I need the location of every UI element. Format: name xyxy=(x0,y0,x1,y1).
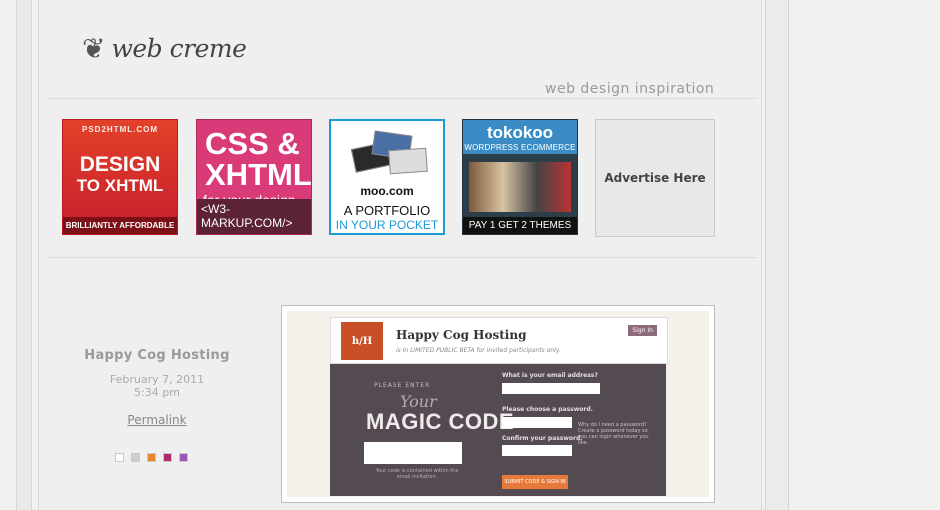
hc-title: Happy Cog Hosting xyxy=(396,328,527,342)
hc-code-note: Your code is contained within the email … xyxy=(375,468,459,480)
ad-text: DESIGN xyxy=(79,153,161,176)
hc-confirm-box xyxy=(502,445,572,456)
ad-text: PSD2HTML.COM xyxy=(82,125,158,134)
hc-email-label: What is your email address? xyxy=(502,372,598,379)
permalink-link[interactable]: Permalink xyxy=(127,413,186,427)
ad-text: A PORTFOLIO xyxy=(343,203,431,218)
ad-text: IN YOUR POCKET xyxy=(335,218,439,232)
theme-screenshots-image xyxy=(469,162,571,212)
ad-text: BRILLIANTLY AFFORDABLE xyxy=(63,217,177,234)
color-swatch[interactable] xyxy=(115,453,124,462)
advertise-here-button[interactable]: Advertise Here xyxy=(595,119,715,237)
right-rail xyxy=(765,0,789,510)
ad-psd2html[interactable]: PSD2HTML.COM DESIGN TO XHTML BRILLIANTLY… xyxy=(62,119,178,235)
ads-divider xyxy=(48,257,758,258)
hc-logo: h/H xyxy=(341,322,383,360)
logo-flourish-icon: ❦ xyxy=(82,31,106,65)
color-swatch[interactable] xyxy=(163,453,172,462)
hc-magic-code: MAGIC CODE xyxy=(366,409,514,434)
color-swatch[interactable] xyxy=(147,453,156,462)
hc-password-box xyxy=(502,417,572,428)
hc-password-label: Please choose a password. xyxy=(502,406,593,413)
post-meta: Happy Cog Hosting February 7, 2011 5:34 … xyxy=(62,348,252,428)
hc-confirm-label: Confirm your password. xyxy=(502,435,583,442)
post-time: 5:34 pm xyxy=(134,386,180,399)
logo-text: web creme xyxy=(111,34,247,63)
site-screenshot[interactable]: h/H Happy Cog Hosting is in LIMITED PUBL… xyxy=(281,305,715,503)
tagline: web design inspiration xyxy=(545,81,715,97)
hc-please-enter: PLEASE ENTER xyxy=(374,382,431,389)
hc-header: h/H Happy Cog Hosting is in LIMITED PUBL… xyxy=(330,317,668,364)
color-swatch[interactable] xyxy=(179,453,188,462)
post-title: Happy Cog Hosting xyxy=(84,348,230,363)
ad-text: moo.com xyxy=(360,184,414,198)
color-swatches xyxy=(115,453,188,462)
ad-text: WORDPRESS ECOMMERCE xyxy=(464,143,576,152)
site-logo[interactable]: ❦ web creme xyxy=(82,31,247,65)
hc-form-panel: PLEASE ENTER Your MAGIC CODE Your code i… xyxy=(330,364,666,496)
hc-beta-text: is in LIMITED PUBLIC BETA for invited pa… xyxy=(396,347,561,354)
hc-email-box xyxy=(502,383,600,394)
hc-why-text: Why do I need a password? Create a passw… xyxy=(578,422,649,446)
ad-text: TO XHTML xyxy=(76,176,164,195)
ad-text: PAY 1 GET 2 THEMES xyxy=(463,217,577,234)
ad-text: CSS & xyxy=(205,126,300,161)
ad-moo[interactable]: moo.com A PORTFOLIO IN YOUR POCKET xyxy=(329,119,445,235)
color-swatch[interactable] xyxy=(131,453,140,462)
hc-code-box xyxy=(364,442,462,464)
ad-text: XHTML xyxy=(205,157,312,192)
ad-text: tokokoo xyxy=(486,123,554,142)
business-cards-image xyxy=(349,129,428,177)
hc-submit: SUBMIT CODE & SIGN IN xyxy=(502,475,568,489)
ad-tokokoo[interactable]: tokokoo WORDPRESS ECOMMERCE PAY 1 GET 2 … xyxy=(462,119,578,235)
left-rail xyxy=(16,0,32,510)
ad-text: <W3-MARKUP.COM/> xyxy=(197,199,311,234)
hc-signin: Sign In xyxy=(628,325,657,336)
ad-w3markup[interactable]: CSS & XHTML for your design <W3-MARKUP.C… xyxy=(196,119,312,235)
screenshot-canvas: h/H Happy Cog Hosting is in LIMITED PUBL… xyxy=(287,311,709,497)
post-date: February 7, 2011 xyxy=(109,373,205,386)
header-divider xyxy=(48,98,758,99)
ad-header: tokokoo WORDPRESS ECOMMERCE xyxy=(463,120,577,154)
